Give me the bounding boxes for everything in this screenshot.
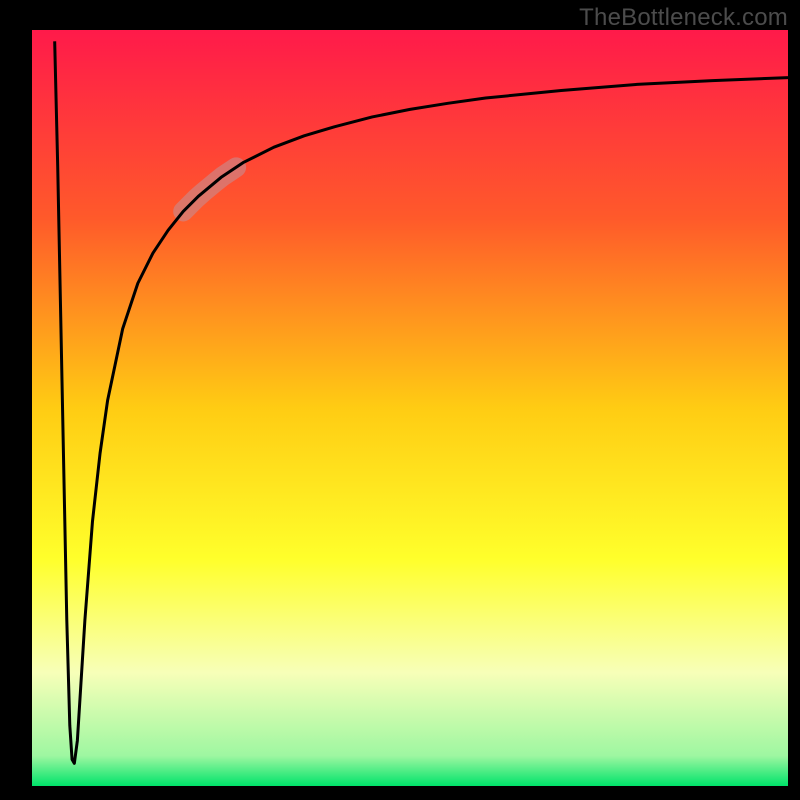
watermark-text: TheBottleneck.com bbox=[579, 4, 788, 32]
gradient-bg bbox=[32, 30, 788, 786]
plot-area bbox=[0, 0, 800, 800]
chart-frame: TheBottleneck.com bbox=[0, 0, 800, 800]
chart-svg bbox=[0, 0, 800, 800]
